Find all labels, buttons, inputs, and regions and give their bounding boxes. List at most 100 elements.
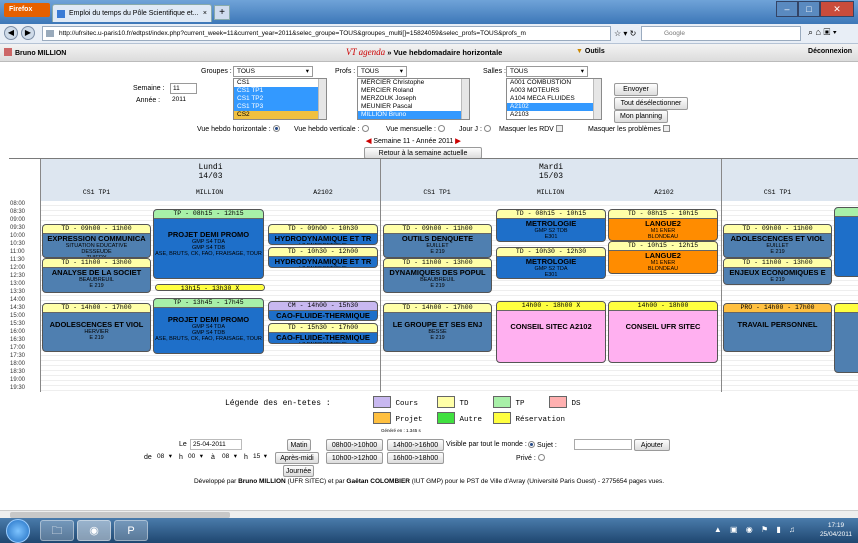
send-button[interactable]: Envoyer: [614, 83, 658, 96]
list-option[interactable]: MERCIER Christophe: [358, 79, 469, 87]
event-block[interactable]: TP - 13h45 - 17h45 PROJET DEMI PROMO GMP S…: [153, 298, 264, 354]
rooms-select[interactable]: TOUS: [506, 66, 588, 77]
slot-button[interactable]: 14h00->16h00: [387, 439, 444, 451]
search-input[interactable]: Google: [641, 26, 801, 41]
checkbox-icon[interactable]: [662, 125, 670, 132]
list-option[interactable]: CS2: [234, 111, 326, 119]
event-block[interactable]: TD - 10h15 - 12h15 LANGUE2 M1 ENER BLONDEAU: [608, 241, 718, 274]
event-block[interactable]: 13h15 - 13h30 XLEFEBRE: [155, 284, 265, 291]
event-block[interactable]: TD - 14h00 - 17h00 LE GROUPE ET SES ENJ BE…: [383, 303, 492, 352]
slot-button[interactable]: 10h00->12h00: [326, 452, 383, 464]
close-window-icon[interactable]: ✕: [820, 1, 854, 17]
start-minute-select[interactable]: 00: [185, 452, 206, 463]
event-block[interactable]: TD - 08h15 - 10h15 LANGUE2 M1 ENER BLONDEAU: [608, 209, 718, 241]
hide-rdv[interactable]: Masquer les RDV: [499, 125, 563, 133]
scrollbar[interactable]: [593, 79, 601, 119]
list-option[interactable]: A003 MOTEURS: [507, 87, 601, 95]
event-block[interactable]: TD - 09h00 - 11h00 OUTILS DENQUETE EUILLET…: [383, 224, 492, 258]
event-block[interactable]: PRO - 14h00 - 17h00 TRAVAIL PERSONNEL: [723, 303, 832, 352]
radio-icon[interactable]: [537, 454, 545, 461]
list-option[interactable]: A2103: [507, 111, 601, 119]
start-button-icon[interactable]: [6, 519, 30, 543]
close-tab-icon[interactable]: ×: [203, 5, 207, 22]
list-option[interactable]: CS1: [234, 79, 326, 87]
event-block[interactable]: TD - 10h30 - 12h30 METROLOGIE GMP S2 TDA E3…: [496, 247, 606, 279]
maximize-icon[interactable]: □: [798, 1, 820, 17]
event-block[interactable]: TD - 09h00 - 10h30HYDRODYNAMIQUE ET TRL3…: [268, 224, 378, 245]
event-block[interactable]: TD - 11h00 - 13h00 ANALYSE DE LA SOCIET BE…: [42, 258, 151, 293]
bookmark-star-icon[interactable]: ☆ ▾ ↻: [614, 29, 636, 38]
groups-select[interactable]: TOUS: [233, 66, 313, 77]
list-option[interactable]: MERCIER Roland: [358, 87, 469, 95]
event-block[interactable]: TD - 08h15 - 10h15 METROLOGIE GMP S2 TDB E3…: [496, 209, 606, 242]
slot-button[interactable]: 16h00->18h00: [387, 452, 444, 464]
scrollbar[interactable]: [318, 79, 326, 119]
tools-menu[interactable]: ▼ Outils: [576, 48, 605, 55]
event-block[interactable]: TD - 09h00 - 11h00 EXPRESSION COMMUNICA SI…: [42, 224, 151, 258]
explorer-icon[interactable]: 🗀: [40, 520, 74, 541]
radio-icon[interactable]: [361, 125, 369, 132]
event-block[interactable]: TD - 15h30 - 17h00CAO-FLUIDE-THERMIQUEL3…: [268, 323, 378, 344]
groups-list[interactable]: CS1 CS1 TP1 CS1 TP2 CS1 TP3 CS2: [233, 78, 327, 120]
horizontal-scrollbar[interactable]: [0, 510, 858, 518]
day-button[interactable]: Journée: [283, 465, 314, 477]
deselect-all-button[interactable]: Tout désélectionner: [614, 97, 688, 110]
event-block-partial[interactable]: [834, 207, 858, 277]
powerpoint-icon[interactable]: P: [114, 520, 148, 541]
view-monthly[interactable]: Vue mensuelle :: [386, 125, 445, 133]
list-option[interactable]: MEUNIER Pascal: [358, 103, 469, 111]
event-block[interactable]: CM - 14h00 - 15h30CAO-FLUIDE-THERMIQUEL3…: [268, 301, 378, 321]
profs-select[interactable]: TOUS: [357, 66, 407, 77]
list-option[interactable]: CS1 TP3: [234, 103, 326, 111]
home-icon[interactable]: ⌕ ⌂ ▣ ▾: [808, 27, 837, 38]
end-minute-select[interactable]: 15: [250, 452, 270, 463]
profs-list[interactable]: MERCIER Christophe MERCIER Roland MERZOUK …: [357, 78, 470, 120]
slot-button[interactable]: 08h00->10h00: [326, 439, 383, 451]
event-block[interactable]: TD - 10h30 - 12h00HYDRODYNAMIQUE ET TRL2…: [268, 247, 378, 268]
next-week-icon[interactable]: ▶: [453, 138, 460, 145]
view-horizontal[interactable]: Vue hebdo horizontale :: [197, 125, 280, 133]
list-option[interactable]: MILLION Bruno: [358, 111, 469, 119]
back-icon[interactable]: ◀: [4, 26, 18, 40]
radio-icon[interactable]: [528, 441, 535, 448]
logout-link[interactable]: Déconnexion: [808, 48, 852, 55]
morning-button[interactable]: Matin: [287, 439, 311, 451]
forward-icon[interactable]: ▶: [21, 26, 35, 40]
event-block[interactable]: TD - 14h00 - 17h00 ADOLESCENCES ET VIOL HE…: [42, 303, 151, 352]
event-block[interactable]: 14h00 - 18h00 CONSEIL UFR SITEC: [608, 301, 718, 363]
event-block-partial[interactable]: [834, 303, 858, 373]
my-planning-button[interactable]: Mon planning: [614, 110, 668, 123]
radio-icon[interactable]: [437, 125, 445, 132]
minimize-icon[interactable]: –: [776, 1, 798, 17]
list-option[interactable]: A001 COMBUSTION: [507, 79, 601, 87]
hide-problems[interactable]: Masquer les problèmes: [588, 125, 670, 133]
end-hour-select[interactable]: 08: [219, 452, 240, 463]
list-option[interactable]: A104 MECA FLUIDES: [507, 95, 601, 103]
system-tray-icons[interactable]: ▲ ▣ ◉ ⚑ ▮ ♫: [714, 525, 798, 534]
radio-icon[interactable]: [483, 125, 491, 132]
event-block[interactable]: TD - 09h00 - 11h00 ADOLESCENCES ET VIOL EU…: [723, 224, 832, 258]
list-option[interactable]: A2102: [507, 103, 601, 111]
date-input[interactable]: 25-04-2011: [190, 439, 242, 450]
list-option[interactable]: MERZOUK Joseph: [358, 95, 469, 103]
afternoon-button[interactable]: Après-midi: [275, 452, 319, 464]
firefox-menu-button[interactable]: Firefox: [4, 3, 50, 17]
browser-tab[interactable]: Emploi du temps du Pôle Scientifique et.…: [52, 4, 212, 22]
new-tab-button[interactable]: +: [214, 5, 230, 20]
view-day[interactable]: Jour J :: [459, 125, 491, 133]
list-option[interactable]: CS1 TP1: [234, 87, 326, 95]
subject-input[interactable]: [574, 439, 632, 450]
event-block[interactable]: 14h00 - 18h00 X CONSEIL SITEC A2102: [496, 301, 606, 363]
address-bar[interactable]: http://ufrsitec.u-paris10.fr/edtpst/inde…: [42, 26, 611, 41]
event-block[interactable]: TD - 11h00 - 13h00 DYNAMIQUES DES POPUL BE…: [383, 258, 492, 293]
start-hour-select[interactable]: 08: [154, 452, 175, 463]
event-block[interactable]: TP - 08h15 - 12h15 PROJET DEMI PROMO GMP S…: [153, 209, 264, 279]
view-vertical[interactable]: Vue hebdo verticale :: [294, 125, 369, 133]
rooms-list[interactable]: A001 COMBUSTION A003 MOTEURS A104 MECA FLU…: [506, 78, 602, 120]
scrollbar[interactable]: [461, 79, 469, 119]
add-button[interactable]: Ajouter: [634, 439, 670, 451]
list-option[interactable]: CS1 TP2: [234, 95, 326, 103]
week-input[interactable]: 11: [170, 83, 197, 94]
clock[interactable]: 17:19 25/04/2011: [820, 521, 852, 539]
radio-icon[interactable]: [272, 125, 280, 132]
